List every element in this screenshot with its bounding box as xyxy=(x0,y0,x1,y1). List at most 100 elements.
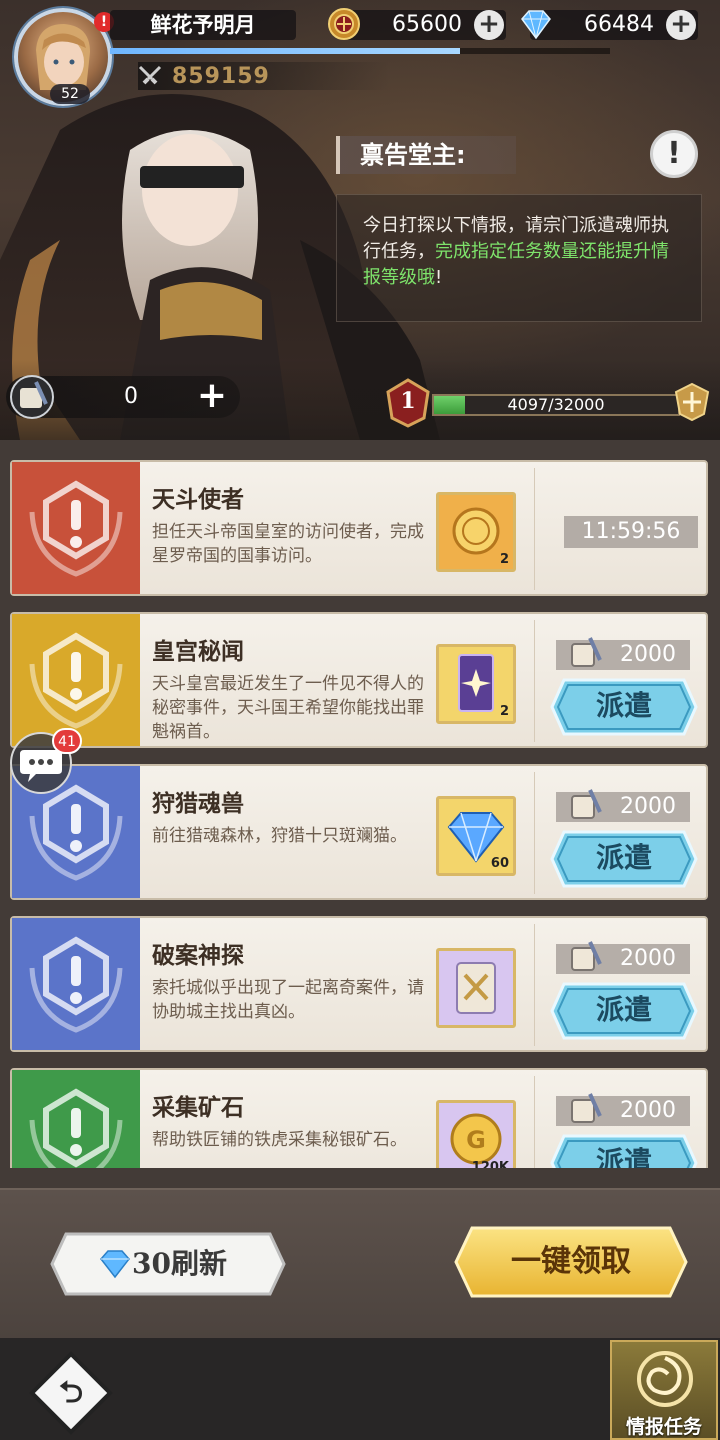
back-arrow-icon: ⮌ xyxy=(58,1375,84,1410)
task-title: 采集矿石 xyxy=(152,1095,244,1121)
dispatch-label: 派遣 xyxy=(595,689,652,722)
svg-text:G: G xyxy=(466,1126,486,1154)
add-diamonds-button[interactable]: + xyxy=(666,10,696,40)
diamond-icon xyxy=(100,1250,130,1279)
task-card[interactable]: 皇宫秘闻天斗皇宫最近发生了一件见不得人的秘密事件，天斗国王希望你能找出罪魁祸首。… xyxy=(10,612,708,748)
task-list-panel: 天斗使者担任天斗帝国皇室的访问使者，完成星罗帝国的国事访问。 2 11:59:56 皇… xyxy=(0,440,720,1188)
task-emblem-icon xyxy=(12,614,140,746)
info-icon: ! xyxy=(667,136,681,171)
task-description: 天斗皇宫最近发生了一件见不得人的秘密事件，天斗国王希望你能找出罪魁祸首。 xyxy=(152,674,424,742)
reward-count: 2 xyxy=(499,552,509,567)
dispatch-cost-value: 2000 xyxy=(620,642,676,667)
task-emblem-icon xyxy=(12,462,140,594)
dispatch-scroll-counter: 0 + xyxy=(6,375,240,419)
scroll-quill-icon xyxy=(10,375,54,419)
task-timer: 11:59:56 xyxy=(564,516,698,548)
dispatch-label: 派遣 xyxy=(595,1145,652,1168)
combat-power-value: 859159 xyxy=(172,63,270,89)
task-emblem-icon xyxy=(12,918,140,1050)
coin-amount: 65600 xyxy=(392,12,462,37)
task-card[interactable]: 破案神探索托城似乎出现了一起离奇案件，请协助城主找出真凶。 2000 派遣 xyxy=(10,916,708,1052)
info-button[interactable]: ! xyxy=(650,130,698,178)
claim-all-button[interactable]: 一键领取 xyxy=(452,1224,690,1300)
diamond-counter: 66484 + xyxy=(521,10,698,40)
chat-unread-badge: 41 xyxy=(52,728,82,754)
scroll-icon xyxy=(439,951,513,1025)
scroll-quill-icon xyxy=(571,941,602,971)
dispatch-cost: 2000 xyxy=(556,1093,690,1126)
gold-coin-icon xyxy=(328,8,360,40)
task-card[interactable]: 采集矿石帮助铁匠铺的铁虎采集秘银矿石。 G 120K 2000 派遣 xyxy=(10,1068,708,1168)
gold-coin-icon: G xyxy=(439,1103,513,1168)
notice-title: 禀告堂主: xyxy=(336,136,516,174)
task-title: 破案神探 xyxy=(152,943,244,969)
task-title: 狩猎魂兽 xyxy=(152,791,244,817)
scroll-quill-icon xyxy=(571,789,602,819)
task-description: 帮助铁匠铺的铁虎采集秘银矿石。 xyxy=(152,1130,407,1150)
intel-tasks-tab[interactable]: 情报任务 xyxy=(610,1340,718,1440)
crossed-swords-icon xyxy=(138,65,162,85)
chat-button[interactable]: 41 xyxy=(10,728,82,794)
dispatch-label: 派遣 xyxy=(595,993,652,1026)
intel-progress-bar: 4097/32000 xyxy=(432,394,680,416)
refresh-button[interactable]: 30刷新 xyxy=(48,1228,288,1300)
task-reward[interactable]: 2 xyxy=(436,644,516,724)
task-reward[interactable] xyxy=(436,948,516,1028)
task-reward[interactable]: 60 xyxy=(436,796,516,876)
task-title: 天斗使者 xyxy=(152,487,244,513)
diamond-amount: 66484 xyxy=(584,12,654,37)
notice-text-end: ! xyxy=(435,267,443,288)
intel-progress-text: 4097/32000 xyxy=(507,395,605,414)
dispatch-button[interactable]: 派遣 xyxy=(550,1132,698,1168)
swirl-emblem-icon xyxy=(637,1351,693,1407)
dispatch-label: 派遣 xyxy=(595,841,652,874)
dispatch-cost: 2000 xyxy=(556,789,690,822)
task-card[interactable]: 狩猎魂兽前往猎魂森林，狩猎十只斑斓猫。 60 2000 派遣 xyxy=(10,764,708,900)
dispatch-cost-value: 2000 xyxy=(620,794,676,819)
task-description: 索托城似乎出现了一起离奇案件，请协助城主找出真凶。 xyxy=(152,978,424,1022)
task-card[interactable]: 天斗使者担任天斗帝国皇室的访问使者，完成星罗帝国的国事访问。 2 11:59:56 xyxy=(10,460,708,596)
dispatch-button[interactable]: 派遣 xyxy=(550,676,698,738)
combat-power: 859159 xyxy=(138,62,390,90)
dispatch-cost-value: 2000 xyxy=(620,1098,676,1123)
dispatch-cost: 2000 xyxy=(556,637,690,670)
intel-level-progress: 1 4097/32000 xyxy=(380,378,714,428)
reward-count: 120K xyxy=(471,1160,509,1168)
task-description: 担任天斗帝国皇室的访问使者，完成星罗帝国的国事访问。 xyxy=(152,522,424,566)
golden-shield-icon[interactable] xyxy=(672,382,712,422)
intel-tasks-label: 情报任务 xyxy=(625,1416,702,1438)
add-coins-button[interactable]: + xyxy=(474,10,504,40)
player-exp-bar xyxy=(110,48,610,54)
dispatch-cost: 2000 xyxy=(556,941,690,974)
claim-all-label: 一键领取 xyxy=(511,1244,631,1279)
player-level-badge: 52 xyxy=(50,84,90,104)
back-button[interactable]: ⮌ xyxy=(28,1350,114,1436)
notice-message: 今日打探以下情报，请宗门派遣魂师执行任务，完成指定任务数量还能提升情报等级哦! xyxy=(336,194,702,322)
task-reward[interactable]: G 120K xyxy=(436,1100,516,1168)
player-name: 鲜花予明月 xyxy=(110,10,296,40)
task-title: 皇宫秘闻 xyxy=(152,639,244,665)
diamond-icon xyxy=(521,10,551,40)
scroll-quill-icon xyxy=(571,637,602,667)
refresh-label: 30刷新 xyxy=(132,1247,227,1280)
action-bar: 30刷新 一键领取 xyxy=(0,1188,720,1338)
reward-count: 60 xyxy=(490,856,509,871)
task-description: 前往猎魂森林，狩猎十只斑斓猫。 xyxy=(152,826,407,846)
card-divider xyxy=(534,620,535,742)
add-scroll-button[interactable]: + xyxy=(192,378,232,416)
task-reward[interactable]: 2 xyxy=(436,492,516,572)
scroll-amount: 0 xyxy=(124,384,138,409)
task-emblem-icon xyxy=(12,1070,140,1168)
card-divider xyxy=(534,772,535,894)
coin-counter: 65600 + xyxy=(328,8,506,40)
card-divider xyxy=(534,924,535,1046)
dispatch-button[interactable]: 派遣 xyxy=(550,980,698,1042)
card-divider xyxy=(534,1076,535,1168)
card-divider xyxy=(534,468,535,590)
dispatch-button[interactable]: 派遣 xyxy=(550,828,698,890)
task-list[interactable]: 天斗使者担任天斗帝国皇室的访问使者，完成星罗帝国的国事访问。 2 11:59:56 皇… xyxy=(0,456,720,1168)
footer-bar: ⮌ 情报任务 xyxy=(0,1338,720,1440)
dispatch-cost-value: 2000 xyxy=(620,946,676,971)
intel-level-number: 1 xyxy=(400,388,416,414)
reward-count: 2 xyxy=(499,704,509,719)
